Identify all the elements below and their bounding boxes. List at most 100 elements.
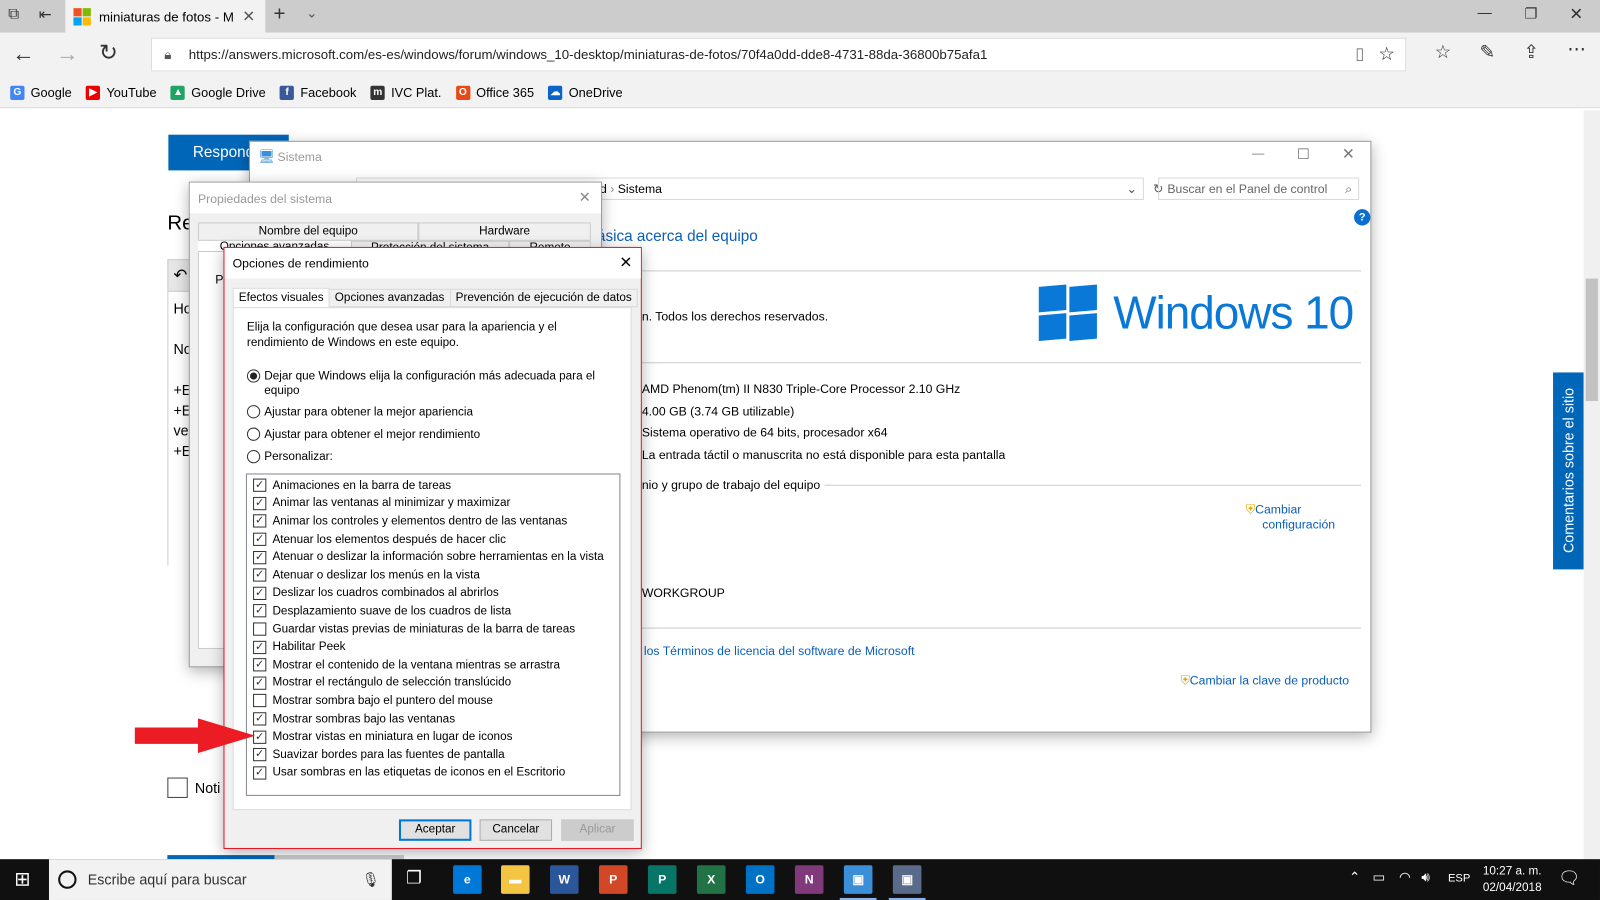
license-link[interactable]: los Términos de licencia del software de… [644, 644, 915, 658]
tabs-aside-icon[interactable]: ⧉ [8, 5, 19, 22]
effect-option[interactable]: ✓ Mostrar vistas en miniatura en lugar de… [253, 728, 619, 746]
effect-option[interactable]: ✓ Animar las ventanas al minimizar y maxi… [253, 494, 619, 512]
notify-checkbox[interactable] [167, 777, 188, 798]
favorite-office-365[interactable]: O Office 365 [455, 85, 534, 100]
chevron-down-icon[interactable]: ⌄ [1126, 179, 1136, 199]
maximize-icon[interactable]: ☐ [1297, 146, 1310, 163]
favorites-hub-icon[interactable]: ☆ [1435, 42, 1451, 63]
chevron-up-icon[interactable]: ⌃ [1349, 869, 1360, 885]
onenote-icon[interactable]: N [794, 865, 824, 894]
checkbox[interactable]: ✓ [253, 532, 267, 546]
favorite-google-drive[interactable]: ▲ Google Drive [170, 85, 266, 100]
radio-option[interactable]: Ajustar para obtener el mejor rendimient… [246, 427, 609, 442]
effect-option[interactable]: ✓ Habilitar Peek [253, 638, 619, 656]
radio-button[interactable] [246, 427, 261, 441]
checkbox[interactable]: ✓ [253, 586, 267, 600]
microphone-icon[interactable]: 🎙︎ [361, 859, 379, 900]
address-bar[interactable]: 🔒︎ https://answers.microsoft.com/es-es/w… [151, 37, 1407, 72]
taskbar-search-box[interactable]: Escribe aquí para buscar 🎙︎ [48, 859, 392, 900]
tab-visual-effects[interactable]: Efectos visuales [232, 287, 330, 309]
file-explorer-icon[interactable]: ▬ [501, 865, 530, 894]
publisher-icon[interactable]: P [647, 865, 677, 894]
tab-hardware[interactable]: Hardware [418, 222, 591, 241]
feedback-tab[interactable]: Comentarios sobre el sitio [1553, 372, 1584, 570]
back-icon[interactable]: ← [12, 41, 34, 68]
favorite-google[interactable]: G Google [10, 85, 72, 100]
browser-tab[interactable]: miniaturas de fotos - M ✕ [65, 0, 266, 33]
outlook-icon[interactable]: O [745, 865, 775, 894]
checkbox[interactable]: ✓ [253, 604, 267, 618]
breadcrumb-item[interactable]: Sistema [618, 182, 662, 196]
checkbox[interactable]: ✓ [253, 496, 267, 511]
effect-option[interactable]: ✓ Deslizar los cuadros combinados al abri… [253, 584, 619, 602]
favorite-youtube[interactable]: ▶ YouTube [86, 85, 157, 100]
close-window-icon[interactable]: ✕ [1569, 4, 1583, 24]
radio-button[interactable] [246, 405, 261, 419]
tab-advanced[interactable]: Opciones avanzadas [329, 288, 451, 308]
effect-option[interactable]: ✓ Mostrar el rectángulo de selección tran… [253, 674, 619, 692]
tab-computer-name[interactable]: Nombre del equipo [197, 222, 419, 241]
new-tab-icon[interactable]: + [273, 3, 285, 26]
battery-icon[interactable]: ▭ [1372, 869, 1385, 885]
star-icon[interactable]: ☆ [1378, 39, 1394, 71]
favorite-facebook[interactable]: f Facebook [279, 85, 356, 100]
effect-option[interactable]: ✓ Desplazamiento suave de los cuadros de … [253, 602, 619, 620]
effect-option[interactable]: ✓ Atenuar o deslizar los menús en la vist… [253, 566, 619, 584]
effect-option[interactable]: ✓ Animar los controles y elementos dentro… [253, 512, 619, 530]
close-icon[interactable]: ✕ [579, 189, 591, 206]
notes-pen-icon[interactable]: ✎ [1480, 42, 1495, 63]
restore-icon[interactable]: ❐ [1524, 5, 1537, 22]
effect-option[interactable]: ✓ Mostrar sombras bajo las ventanas [253, 710, 619, 728]
chevron-down-icon[interactable]: ⌄ [306, 5, 317, 21]
forward-icon[interactable]: → [56, 41, 78, 68]
checkbox[interactable]: ✓ [253, 676, 267, 690]
control-panel-search[interactable]: Buscar en el Panel de control ⌕ [1158, 177, 1360, 200]
effect-option[interactable]: ✓ Usar sombras en las etiquetas de iconos… [253, 764, 619, 782]
radio-option[interactable]: Ajustar para obtener la mejor apariencia [246, 405, 609, 419]
minimize-icon[interactable]: — [1478, 4, 1492, 20]
checkbox[interactable]: ✓ [253, 568, 267, 582]
checkbox[interactable]: ✓ [253, 478, 267, 493]
clock[interactable]: 10:27 a. m. 02/04/2018 [1475, 863, 1548, 896]
tab-dep[interactable]: Prevención de ejecución de datos [450, 288, 638, 308]
refresh-icon[interactable]: ↻ [99, 40, 118, 67]
excel-icon[interactable]: X [696, 865, 726, 894]
effect-option[interactable]: ✓ Mostrar el contenido de la ventana mien… [253, 656, 619, 674]
page-scrollbar[interactable] [1583, 110, 1600, 860]
start-windows-icon[interactable]: ⊞ [14, 868, 30, 891]
action-center-icon[interactable]: 🗨︎ [1558, 868, 1580, 888]
help-icon[interactable]: ? [1354, 209, 1371, 226]
ok-button[interactable]: Aceptar [398, 819, 472, 841]
minimize-icon[interactable]: — [1252, 146, 1264, 160]
checkbox[interactable] [253, 694, 267, 708]
task-view-icon[interactable]: ❐ [406, 868, 422, 888]
checkbox[interactable] [253, 622, 267, 636]
checkbox[interactable]: ✓ [253, 766, 267, 780]
change-settings-link[interactable]: ⛨Cambiar configuración [1246, 502, 1335, 533]
checkbox[interactable]: ✓ [253, 550, 267, 564]
share-icon[interactable]: ⇪ [1523, 42, 1538, 63]
favorite-ivc-plat-[interactable]: m IVC Plat. [370, 85, 441, 100]
effect-option[interactable]: ✓ Suavizar bordes para las fuentes de pan… [253, 746, 619, 764]
close-icon[interactable]: ✕ [619, 253, 632, 271]
effect-option[interactable]: ✓ Atenuar los elementos después de hacer … [253, 530, 619, 548]
system-properties-icon[interactable]: ▣ [888, 865, 926, 900]
wifi-icon[interactable]: ◠ [1399, 869, 1411, 885]
cancel-button[interactable]: Cancelar [479, 819, 553, 841]
set-aside-icon[interactable]: ⇤ [39, 5, 52, 23]
volume-icon[interactable]: 🔊︎ [1421, 869, 1429, 885]
powerpoint-icon[interactable]: P [598, 865, 628, 894]
effect-option[interactable]: ✓ Atenuar o deslizar la información sobre… [253, 548, 619, 566]
checkbox[interactable]: ✓ [253, 514, 267, 529]
radio-button[interactable] [246, 369, 261, 383]
effect-option[interactable]: Mostrar sombra bajo el puntero del mouse [253, 692, 619, 710]
more-icon[interactable]: ⋯ [1567, 39, 1585, 60]
checkbox[interactable]: ✓ [253, 640, 267, 654]
effect-option[interactable]: Guardar vistas previas de miniaturas de … [253, 620, 619, 638]
radio-button[interactable] [246, 449, 261, 464]
checkbox[interactable]: ✓ [253, 658, 267, 672]
reading-view-icon[interactable]: ▯ [1355, 39, 1364, 71]
effect-option[interactable]: ✓ Animaciones en la barra de tareas [253, 477, 619, 495]
close-icon[interactable]: ✕ [1342, 145, 1355, 163]
radio-option[interactable]: Personalizar: [246, 449, 609, 464]
